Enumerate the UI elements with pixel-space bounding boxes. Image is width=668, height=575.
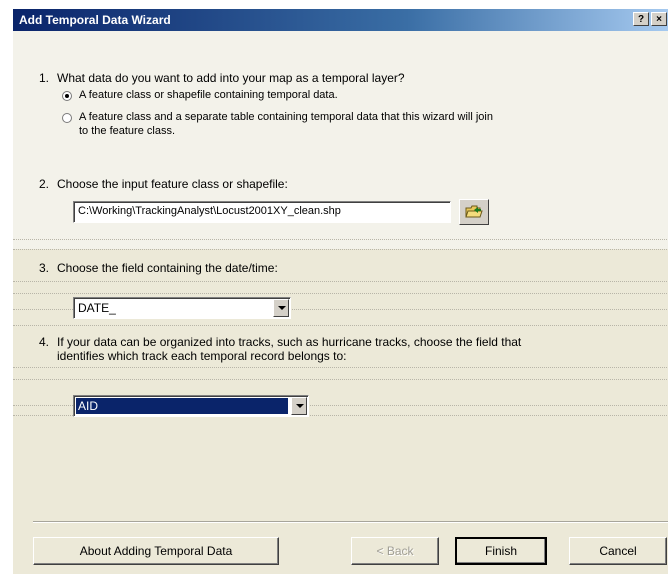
step-4-question-line2: identifies which track each temporal rec…	[57, 349, 347, 363]
title-bar-buttons: ? ×	[633, 12, 667, 26]
radio-feature-class-label[interactable]: A feature class or shapefile containing …	[79, 89, 338, 101]
open-folder-icon	[465, 205, 483, 218]
radio-feature-class-table-label-line2[interactable]: to the feature class.	[79, 125, 175, 137]
divider	[13, 379, 668, 380]
radio-feature-class-table[interactable]	[62, 113, 72, 123]
track-field-value: AID	[76, 398, 288, 414]
radio-feature-class-table-label-line1[interactable]: A feature class and a separate table con…	[79, 111, 493, 123]
back-button[interactable]: < Back	[351, 537, 439, 565]
chevron-down-icon[interactable]	[291, 397, 307, 415]
step-4-question-line1: If your data can be organized into track…	[57, 335, 522, 349]
input-feature-class-field[interactable]: C:\Working\TrackingAnalyst\Locust2001XY_…	[73, 201, 451, 223]
finish-button[interactable]: Finish	[455, 537, 547, 565]
divider	[13, 239, 668, 240]
step-3-number: 3.	[38, 261, 49, 275]
step-3-question: Choose the field containing the date/tim…	[57, 261, 278, 275]
title-bar: Add Temporal Data Wizard ? ×	[13, 9, 668, 31]
help-button[interactable]: ?	[633, 12, 649, 26]
wizard-window: Add Temporal Data Wizard ? × 1. What dat…	[12, 8, 668, 574]
divider	[13, 293, 668, 294]
about-button[interactable]: About Adding Temporal Data	[33, 537, 279, 565]
close-button[interactable]: ×	[651, 12, 667, 26]
browse-button[interactable]	[459, 199, 489, 225]
chevron-down-icon[interactable]	[273, 299, 289, 317]
divider	[13, 281, 668, 282]
radio-feature-class[interactable]	[62, 91, 72, 101]
divider	[13, 325, 668, 326]
date-field-dropdown[interactable]: DATE_	[73, 297, 291, 319]
step-1-number: 1.	[38, 71, 49, 85]
bottom-separator-highlight	[33, 522, 668, 523]
window-title: Add Temporal Data Wizard	[19, 13, 171, 27]
step-2-question: Choose the input feature class or shapef…	[57, 177, 288, 191]
date-field-value: DATE_	[78, 301, 116, 315]
divider	[13, 367, 668, 368]
step-4-number: 4.	[38, 335, 49, 349]
cancel-button[interactable]: Cancel	[569, 537, 667, 565]
step-1-question: What data do you want to add into your m…	[57, 71, 405, 85]
track-field-dropdown[interactable]: AID	[73, 395, 309, 417]
wizard-content: 1. What data do you want to add into you…	[13, 31, 668, 575]
step-2-number: 2.	[38, 177, 49, 191]
divider	[13, 249, 668, 250]
